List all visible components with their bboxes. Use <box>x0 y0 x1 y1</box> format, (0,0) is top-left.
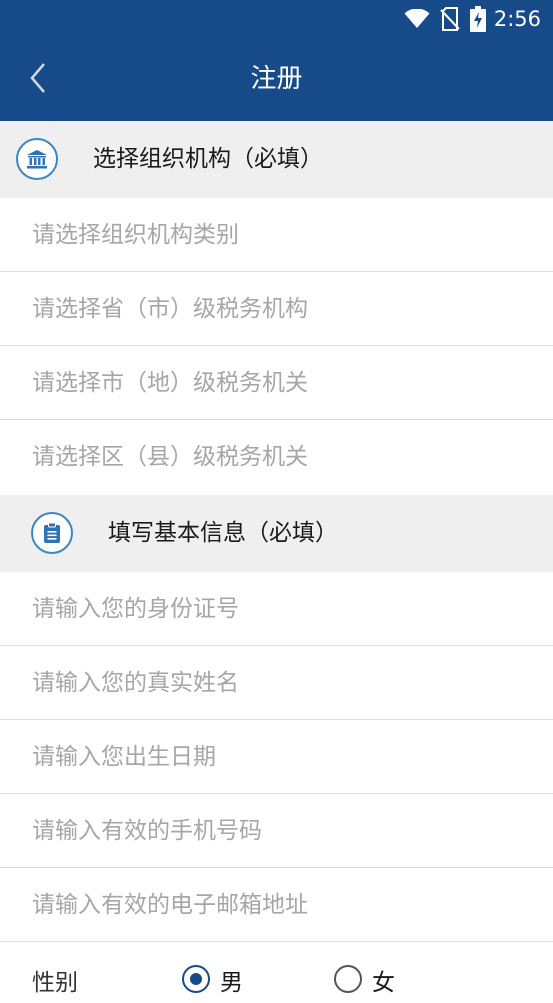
clipboard-icon <box>31 512 73 554</box>
gender-female-label[interactable]: 女 <box>372 963 395 997</box>
basic-info-section-header: 填写基本信息（必填） <box>0 495 553 572</box>
chevron-left-icon <box>29 62 47 98</box>
battery-charging-icon <box>460 6 486 32</box>
district-tax-office-field[interactable] <box>0 420 553 494</box>
mobile-number-input[interactable] <box>32 794 532 867</box>
real-name-field[interactable] <box>0 646 553 720</box>
bank-building-icon <box>16 138 58 180</box>
no-sim-icon <box>430 7 460 31</box>
organization-type-field[interactable] <box>0 198 553 272</box>
id-number-input[interactable] <box>32 572 532 645</box>
app-bar: 注册 <box>0 38 553 121</box>
province-tax-office-input[interactable] <box>32 272 532 345</box>
gender-label: 性别 <box>32 970 78 996</box>
organization-section-header: 选择组织机构（必填） <box>0 121 553 198</box>
gender-male-radio[interactable] <box>182 965 210 993</box>
city-tax-office-field[interactable] <box>0 346 553 420</box>
province-tax-office-field[interactable] <box>0 272 553 346</box>
wifi-icon <box>394 9 430 29</box>
basic-info-section-title: 填写基本信息（必填） <box>108 520 338 546</box>
header: 2:56 注册 <box>0 0 553 121</box>
birth-date-input[interactable] <box>32 720 532 793</box>
mobile-number-field[interactable] <box>0 794 553 868</box>
gender-male-label[interactable]: 男 <box>220 963 243 997</box>
organization-section-title: 选择组织机构（必填） <box>93 146 323 172</box>
city-tax-office-input[interactable] <box>32 346 532 419</box>
back-button[interactable] <box>16 54 60 106</box>
organization-type-input[interactable] <box>32 198 532 271</box>
birth-date-field[interactable] <box>0 720 553 794</box>
email-input[interactable] <box>32 868 532 941</box>
gender-row: 性别 男 女 <box>0 943 553 1003</box>
status-icons: 2:56 <box>394 5 541 33</box>
status-time: 2:56 <box>493 7 541 31</box>
gender-female-radio[interactable] <box>334 965 362 993</box>
page-title: 注册 <box>250 64 303 94</box>
id-number-field[interactable] <box>0 572 553 646</box>
district-tax-office-input[interactable] <box>32 420 532 493</box>
real-name-input[interactable] <box>32 646 532 719</box>
email-field[interactable] <box>0 868 553 942</box>
status-bar: 2:56 <box>0 0 553 38</box>
